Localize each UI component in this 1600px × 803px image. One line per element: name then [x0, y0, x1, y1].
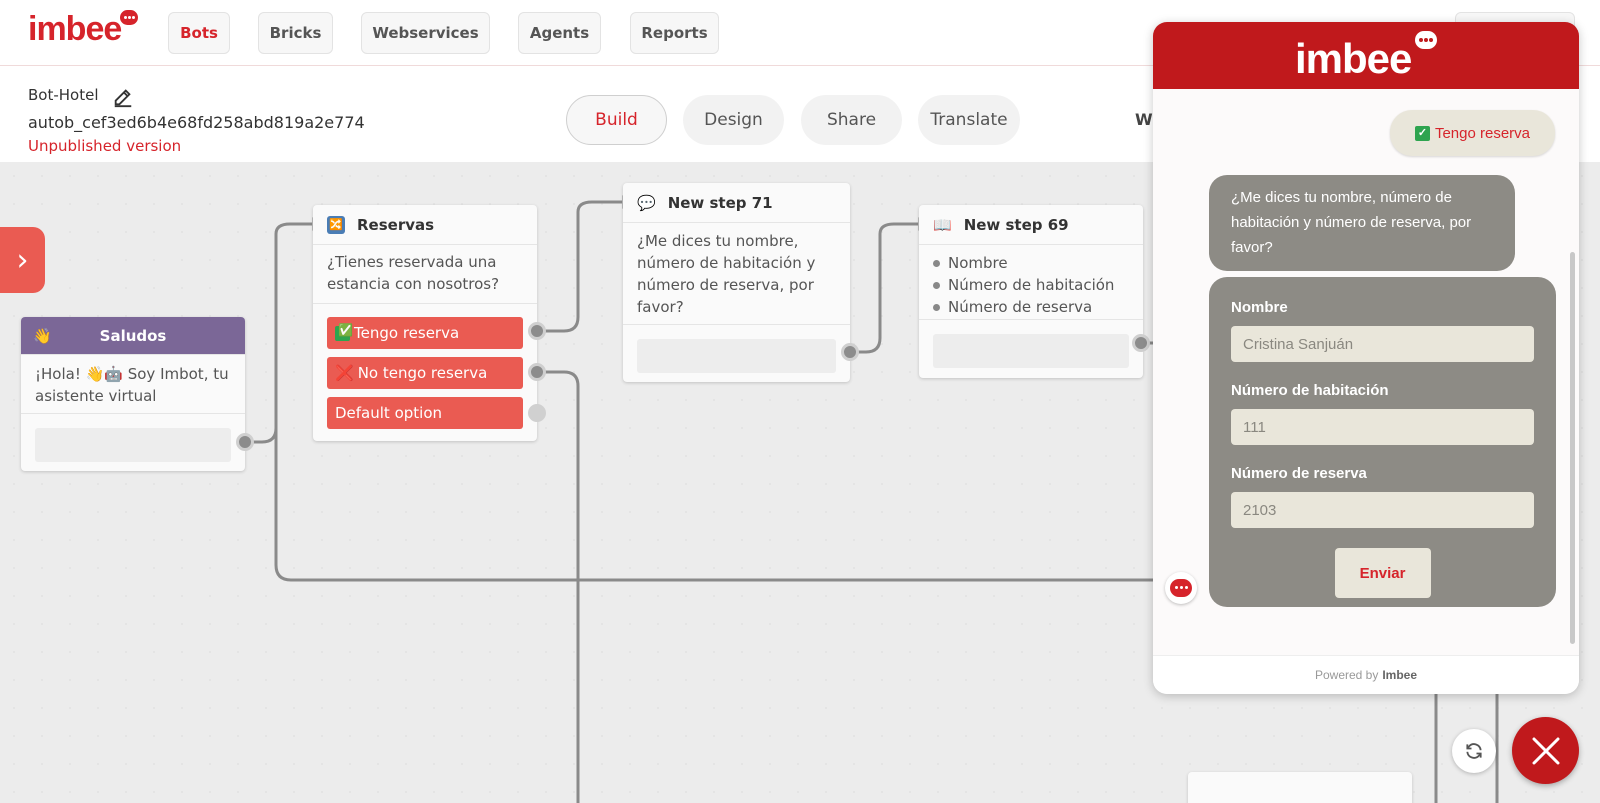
node-saludos[interactable]: 👋 Saludos ¡Hola! 👋🤖 Soy Imbot, tu asiste… — [21, 317, 245, 471]
node-message: ¿Me dices tu nombre, número de habitació… — [637, 232, 816, 316]
logo-chat-bubble-icon — [120, 10, 138, 25]
shuffle-icon: 🔀 — [327, 215, 345, 234]
chat-footer: Powered by Imbee — [1153, 655, 1579, 694]
chat-logo: imbee — [1295, 35, 1412, 82]
node-message: ¿Tienes reservada una estancia con nosot… — [327, 253, 500, 293]
publish-status: Unpublished version — [28, 137, 182, 155]
bot-avatar — [1165, 572, 1197, 604]
node-footer-slot — [637, 339, 836, 373]
node-footer-slot — [933, 334, 1129, 368]
node-partial[interactable] — [1188, 772, 1412, 803]
pencil-edit-icon[interactable] — [112, 86, 134, 108]
tab-translate[interactable]: Translate — [918, 95, 1020, 145]
node-reservas[interactable]: 🔀 Reservas ¿Tienes reservada una estanci… — [313, 205, 537, 441]
chat-header: imbee — [1153, 22, 1579, 89]
list-item: Número de reserva — [933, 296, 1129, 318]
speech-bubble-icon: 💬 — [637, 193, 656, 212]
node-new-step-69[interactable]: 📖 New step 69 Nombre Número de habitació… — [919, 205, 1143, 378]
field-label-habitacion: Número de habitación — [1231, 382, 1389, 399]
nav-reports[interactable]: Reports — [630, 12, 719, 54]
chat-bubble-icon — [1170, 579, 1192, 597]
refresh-icon[interactable] — [1452, 729, 1496, 773]
open-book-icon: 📖 — [933, 215, 952, 234]
node-message: ¡Hola! 👋🤖 Soy Imbot, tu asistente virtua… — [35, 365, 229, 405]
node-title: New step 69 — [963, 215, 1069, 234]
tab-design[interactable]: Design — [683, 95, 784, 145]
check-mark-icon: ✓ — [1414, 125, 1430, 141]
option-output-port[interactable] — [528, 322, 546, 340]
bot-message-bubble: ¿Me dices tu nombre, número de habitació… — [1209, 175, 1515, 271]
node-title: Reservas — [357, 215, 435, 234]
option-output-port[interactable] — [528, 404, 546, 422]
node-title: Saludos — [99, 326, 167, 345]
nav-bots[interactable]: Bots — [168, 12, 230, 54]
field-label-reserva: Número de reserva — [1231, 465, 1367, 482]
check-mark-icon: ✅ — [335, 323, 353, 341]
powered-by-brand: Imbee — [1382, 668, 1418, 682]
imbee-logo[interactable]: imbee — [28, 10, 122, 49]
chat-preview-widget: imbee ✓ Tengo reserva ¿Me dices tu nombr… — [1153, 22, 1579, 694]
chevron-right-icon[interactable]: › — [0, 227, 45, 293]
node-output-port[interactable] — [236, 433, 254, 451]
nav-webservices[interactable]: Webservices — [361, 12, 490, 54]
tab-build[interactable]: Build — [566, 95, 667, 145]
option-default[interactable]: Default option — [327, 397, 523, 429]
node-new-step-71[interactable]: 💬 New step 71 ¿Me dices tu nombre, númer… — [623, 183, 850, 382]
node-title: New step 71 — [667, 193, 773, 212]
list-item: Número de habitación — [933, 274, 1129, 296]
chat-logo-bubble-icon — [1415, 31, 1437, 49]
chat-scrollbar[interactable] — [1570, 252, 1575, 644]
chat-form: Nombre Cristina Sanjuán Número de habita… — [1209, 277, 1556, 607]
send-button[interactable]: Enviar — [1334, 548, 1431, 598]
list-item: Nombre — [933, 252, 1129, 274]
habitacion-field[interactable]: 111 — [1231, 409, 1534, 445]
reserva-field[interactable]: 2103 — [1231, 492, 1534, 528]
node-output-port[interactable] — [841, 343, 859, 361]
field-label-nombre: Nombre — [1231, 299, 1288, 316]
node-output-port[interactable] — [1132, 334, 1150, 352]
waving-hand-icon: 👋 — [33, 326, 52, 345]
bot-id: autob_cef3ed6b4e68fd258abd819a2e774 — [28, 113, 365, 132]
option-output-port[interactable] — [528, 363, 546, 381]
nav-agents[interactable]: Agents — [518, 12, 601, 54]
option-no-tengo-reserva[interactable]: ❌ No tengo reserva — [327, 357, 523, 389]
tab-share[interactable]: Share — [801, 95, 902, 145]
node-footer-slot — [35, 428, 231, 462]
nombre-field[interactable]: Cristina Sanjuán — [1231, 326, 1534, 362]
option-tengo-reserva[interactable]: ✅ Tengo reserva — [327, 317, 523, 349]
close-icon[interactable] — [1512, 717, 1579, 784]
cross-mark-icon: ❌ — [335, 364, 354, 382]
nav-bricks[interactable]: Bricks — [258, 12, 333, 54]
user-message-bubble: ✓ Tengo reserva — [1390, 110, 1555, 156]
bot-name: Bot-Hotel — [28, 86, 99, 104]
